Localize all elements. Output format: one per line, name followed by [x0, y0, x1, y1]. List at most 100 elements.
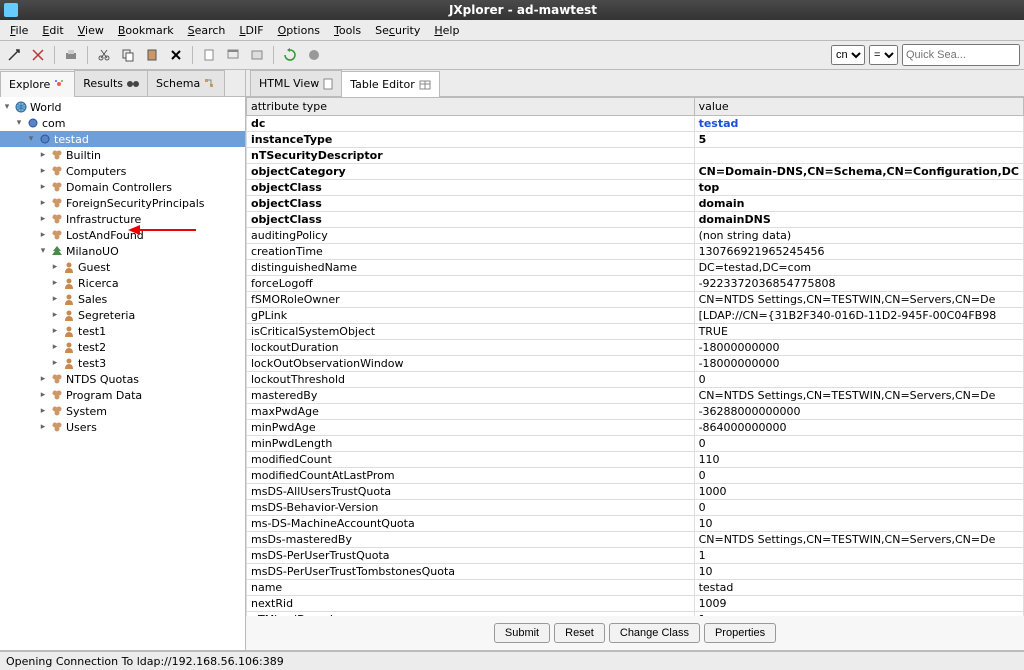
attr-value[interactable]: DC=testad,DC=com — [694, 260, 1023, 276]
attr-row[interactable]: dctestad — [247, 116, 1024, 132]
expand-toggle[interactable]: ▸ — [38, 422, 48, 432]
attr-name[interactable]: modifiedCountAtLastProm — [247, 468, 695, 484]
attr-name[interactable]: auditingPolicy — [247, 228, 695, 244]
search-attr-select[interactable]: cn — [831, 45, 865, 65]
attr-row[interactable]: gPLink[LDAP://CN={31B2F340-016D-11D2-945… — [247, 308, 1024, 324]
menu-edit[interactable]: Edit — [36, 22, 69, 39]
tree-segreteria[interactable]: ▸Segreteria — [0, 307, 245, 323]
tree-world[interactable]: ▾World — [0, 99, 245, 115]
refresh-icon[interactable] — [280, 45, 300, 65]
attr-row[interactable]: modifiedCountAtLastProm0 — [247, 468, 1024, 484]
expand-toggle[interactable]: ▸ — [50, 294, 60, 304]
attr-value[interactable]: 5 — [694, 132, 1023, 148]
attr-value[interactable]: top — [694, 180, 1023, 196]
new-window-icon[interactable] — [223, 45, 243, 65]
properties-button[interactable]: Properties — [704, 623, 776, 643]
tree-com[interactable]: ▾com — [0, 115, 245, 131]
tab-explore[interactable]: Explore — [0, 71, 75, 97]
delete-icon[interactable] — [166, 45, 186, 65]
reset-button[interactable]: Reset — [554, 623, 605, 643]
expand-toggle[interactable]: ▸ — [38, 406, 48, 416]
tab-results[interactable]: Results — [74, 70, 148, 96]
col-value[interactable]: value — [694, 98, 1023, 116]
stop-icon[interactable] — [304, 45, 324, 65]
attr-name[interactable]: msDS-Behavior-Version — [247, 500, 695, 516]
attr-row[interactable]: minPwdAge-864000000000 — [247, 420, 1024, 436]
disconnect-icon[interactable] — [28, 45, 48, 65]
expand-toggle[interactable]: ▸ — [50, 310, 60, 320]
expand-toggle[interactable]: ▸ — [38, 198, 48, 208]
attr-value[interactable]: 1009 — [694, 596, 1023, 612]
attr-name[interactable]: isCriticalSystemObject — [247, 324, 695, 340]
attr-name[interactable]: instanceType — [247, 132, 695, 148]
attr-value[interactable]: -18000000000 — [694, 340, 1023, 356]
attr-value[interactable]: domain — [694, 196, 1023, 212]
attr-value[interactable] — [694, 148, 1023, 164]
tree-test1[interactable]: ▸test1 — [0, 323, 245, 339]
attr-value[interactable]: 0 — [694, 500, 1023, 516]
expand-toggle[interactable]: ▾ — [2, 102, 12, 112]
attr-row[interactable]: fSMORoleOwnerCN=NTDS Settings,CN=TESTWIN… — [247, 292, 1024, 308]
attr-name[interactable]: creationTime — [247, 244, 695, 260]
attr-value[interactable]: [LDAP://CN={31B2F340-016D-11D2-945F-00C0… — [694, 308, 1023, 324]
attr-value[interactable]: CN=NTDS Settings,CN=TESTWIN,CN=Servers,C… — [694, 388, 1023, 404]
attr-name[interactable]: lockoutDuration — [247, 340, 695, 356]
expand-toggle[interactable]: ▸ — [38, 182, 48, 192]
attr-name[interactable]: objectClass — [247, 180, 695, 196]
menu-search[interactable]: Search — [182, 22, 232, 39]
expand-toggle[interactable]: ▸ — [50, 262, 60, 272]
attr-row[interactable]: msDS-PerUserTrustTombstonesQuota10 — [247, 564, 1024, 580]
attr-value[interactable]: TRUE — [694, 324, 1023, 340]
attr-row[interactable]: ms-DS-MachineAccountQuota10 — [247, 516, 1024, 532]
menu-bookmark[interactable]: Bookmark — [112, 22, 180, 39]
attr-row[interactable]: objectClassdomain — [247, 196, 1024, 212]
attr-name[interactable]: msDs-masteredBy — [247, 532, 695, 548]
tree-ntds-quotas[interactable]: ▸NTDS Quotas — [0, 371, 245, 387]
tree-users[interactable]: ▸Users — [0, 419, 245, 435]
attr-value[interactable]: 110 — [694, 452, 1023, 468]
attr-row[interactable]: nextRid1009 — [247, 596, 1024, 612]
attr-value[interactable]: (non string data) — [694, 228, 1023, 244]
tab-schema[interactable]: Schema — [147, 70, 225, 96]
attr-row[interactable]: lockoutDuration-18000000000 — [247, 340, 1024, 356]
menu-tools[interactable]: Tools — [328, 22, 367, 39]
attr-value[interactable]: -36288000000000 — [694, 404, 1023, 420]
quick-search-input[interactable] — [902, 44, 1020, 66]
expand-toggle[interactable]: ▾ — [26, 134, 36, 144]
attr-row[interactable]: lockOutObservationWindow-18000000000 — [247, 356, 1024, 372]
tree-foreignsecurityprincipals[interactable]: ▸ForeignSecurityPrincipals — [0, 195, 245, 211]
attr-name[interactable]: fSMORoleOwner — [247, 292, 695, 308]
expand-toggle[interactable]: ▸ — [38, 390, 48, 400]
tree-test2[interactable]: ▸test2 — [0, 339, 245, 355]
expand-toggle[interactable]: ▸ — [38, 374, 48, 384]
expand-toggle[interactable]: ▸ — [50, 278, 60, 288]
expand-toggle[interactable]: ▾ — [14, 118, 24, 128]
attr-row[interactable]: nTSecurityDescriptor — [247, 148, 1024, 164]
expand-toggle[interactable]: ▸ — [38, 214, 48, 224]
attr-name[interactable]: lockOutObservationWindow — [247, 356, 695, 372]
attr-row[interactable]: msDS-AllUsersTrustQuota1000 — [247, 484, 1024, 500]
attr-value[interactable]: 0 — [694, 372, 1023, 388]
attr-name[interactable]: gPLink — [247, 308, 695, 324]
attr-value[interactable]: 130766921965245456 — [694, 244, 1023, 260]
attr-value[interactable]: 10 — [694, 516, 1023, 532]
attr-name[interactable]: msDS-AllUsersTrustQuota — [247, 484, 695, 500]
change-class-button[interactable]: Change Class — [609, 623, 700, 643]
tree-infrastructure[interactable]: ▸Infrastructure — [0, 211, 245, 227]
attr-name[interactable]: dc — [247, 116, 695, 132]
tree-sales[interactable]: ▸Sales — [0, 291, 245, 307]
paste-icon[interactable] — [142, 45, 162, 65]
attr-value[interactable]: -864000000000 — [694, 420, 1023, 436]
attr-name[interactable]: distinguishedName — [247, 260, 695, 276]
attr-name[interactable]: minPwdLength — [247, 436, 695, 452]
attr-row[interactable]: auditingPolicy(non string data) — [247, 228, 1024, 244]
copy-icon[interactable] — [118, 45, 138, 65]
tree-builtin[interactable]: ▸Builtin — [0, 147, 245, 163]
attr-row[interactable]: masteredByCN=NTDS Settings,CN=TESTWIN,CN… — [247, 388, 1024, 404]
attr-row[interactable]: objectClassdomainDNS — [247, 212, 1024, 228]
attr-row[interactable]: minPwdLength0 — [247, 436, 1024, 452]
tree-system[interactable]: ▸System — [0, 403, 245, 419]
tree-domain-controllers[interactable]: ▸Domain Controllers — [0, 179, 245, 195]
attr-value[interactable]: -9223372036854775808 — [694, 276, 1023, 292]
connect-icon[interactable] — [4, 45, 24, 65]
